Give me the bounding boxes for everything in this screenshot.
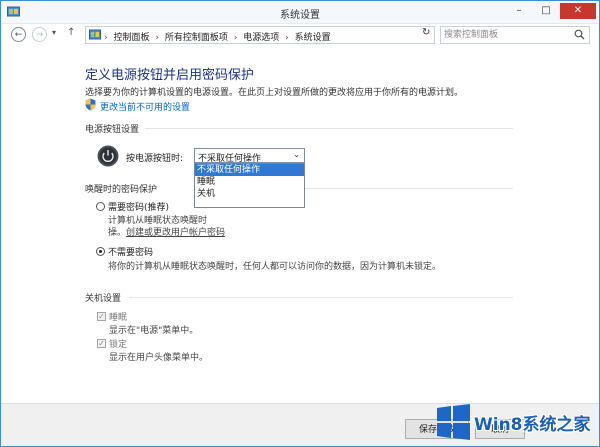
watermark-text: Win8系统之家	[474, 415, 591, 435]
breadcrumb-item-control-panel[interactable]: 控制面板	[113, 33, 149, 43]
require-password-desc-line2: 操。	[108, 228, 127, 238]
page-subtitle: 选择要为你的计算机设置的电源设置。在此页上对设置所做的更改将应用于你所有的电源计…	[85, 88, 464, 98]
no-password-radio[interactable]	[96, 247, 105, 256]
history-dropdown-icon[interactable]: ▾	[52, 28, 56, 37]
breadcrumb-separator: ›	[233, 33, 238, 43]
section-divider	[305, 188, 513, 189]
section-divider	[129, 297, 513, 298]
page-title: 定义电源按钮并启用密码保护	[85, 68, 255, 83]
breadcrumb-item-all-items[interactable]: 所有控制面板项	[165, 33, 228, 43]
refresh-icon[interactable]: ↻	[422, 27, 430, 38]
dropdown-option-sleep[interactable]: 睡眠	[195, 176, 304, 188]
sleep-checkbox[interactable]: ✓	[97, 312, 106, 321]
back-button[interactable]: ←	[11, 27, 26, 42]
maximize-button[interactable]: □	[533, 3, 559, 19]
power-button-action-dropdown: 不采取任何操作 睡眠 关机	[194, 163, 305, 208]
section-divider	[145, 128, 513, 129]
sleep-checkbox-label: 睡眠	[109, 313, 128, 323]
password-protection-section-title: 唤醒时的密码保护	[85, 185, 158, 195]
search-input[interactable]	[444, 28, 568, 41]
shutdown-section-title: 关机设置	[85, 294, 122, 304]
forward-button[interactable]: →	[32, 27, 47, 42]
no-password-label: 不需要密码	[108, 248, 154, 258]
breadcrumb-separator: ›	[155, 33, 159, 43]
sleep-checkbox-desc: 显示在"电源"菜单中。	[109, 326, 199, 336]
search-icon[interactable]	[574, 29, 585, 40]
lock-checkbox[interactable]: ✓	[97, 339, 106, 348]
power-button-section-title: 电源按钮设置	[85, 125, 140, 135]
breadcrumb[interactable]: › 控制面板 › 所有控制面板项 › 电源选项 › 系统设置 ▾	[85, 26, 493, 44]
create-password-link[interactable]: 创建或更改用户帐户密码	[126, 225, 225, 238]
minimize-button[interactable]: –	[506, 3, 532, 19]
control-panel-icon	[89, 29, 101, 40]
breadcrumb-separator: ›	[285, 33, 289, 43]
up-arrow-icon[interactable]: ↑	[67, 27, 75, 38]
uac-shield-icon	[85, 98, 96, 111]
power-button-label: 按电源按钮时:	[126, 154, 184, 164]
lock-checkbox-desc: 显示在用户头像菜单中。	[109, 353, 209, 363]
no-password-desc: 将你的计算机从睡眠状态唤醒时，任何人都可以访问你的数据，因为计算机未锁定。	[108, 262, 442, 272]
search-box[interactable]	[440, 26, 590, 44]
breadcrumb-separator: ›	[104, 33, 108, 43]
dropdown-option-shut-down[interactable]: 关机	[195, 188, 304, 200]
lock-checkbox-label: 锁定	[109, 340, 128, 350]
address-bar: ← → ▾ ↑ › 控制面板 › 所有控制面板项 › 电源选项 › 系统设置 ▾…	[1, 24, 599, 46]
close-button[interactable]: ✕	[560, 3, 596, 19]
settings-window: 系统设置 – □ ✕ ← → ▾ ↑ › 控制面板 › 所有控制面板项 › 电源…	[0, 0, 600, 447]
breadcrumb-item-power-options[interactable]: 电源选项	[243, 33, 279, 43]
chevron-down-icon: ⌄	[293, 150, 300, 159]
dropdown-option-do-nothing[interactable]: 不采取任何操作	[195, 164, 304, 176]
breadcrumb-item-system-settings[interactable]: 系统设置	[295, 33, 331, 43]
power-button-action-select[interactable]: 不采取任何操作 ⌄	[194, 148, 305, 164]
title-bar: 系统设置 – □ ✕	[1, 1, 599, 24]
require-password-label: 需要密码(推荐)	[108, 203, 170, 213]
power-icon	[97, 145, 119, 167]
require-password-radio[interactable]	[96, 202, 105, 211]
change-unavailable-settings-link[interactable]: 更改当前不可用的设置	[100, 100, 190, 113]
